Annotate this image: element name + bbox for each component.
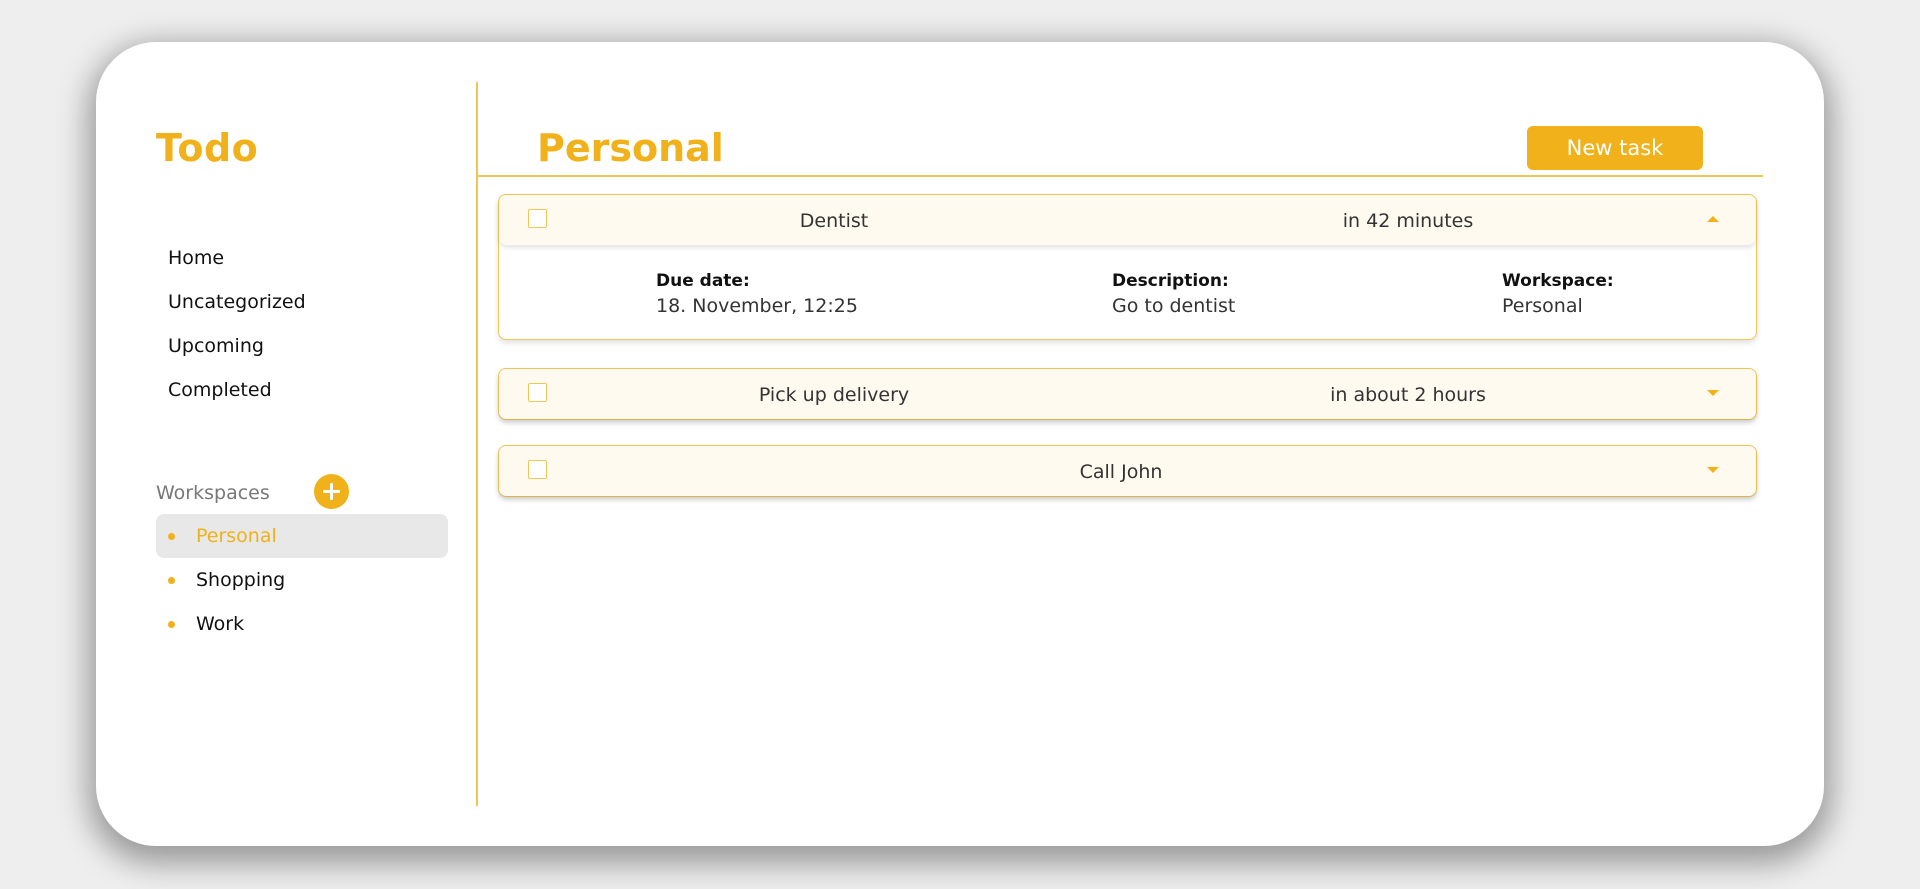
workspace-item-personal[interactable]: Personal [156,514,448,558]
task-title: Pick up delivery [758,384,910,406]
workspace-label: Workspace: [1502,271,1614,291]
task-checkbox[interactable] [528,460,547,479]
task-detail-due: Due date: 18. November, 12:25 [656,271,858,317]
task-detail-description: Description: Go to dentist [1112,271,1235,317]
task-title: Dentist [799,210,869,232]
task-card-dentist: Dentist in 42 minutes Due date: 18. Nove… [498,194,1757,340]
workspace-item-label: Personal [196,525,277,547]
description-label: Description: [1112,271,1229,291]
main-panel: Personal New task Dentist in 42 minutes … [477,82,1763,822]
description-value: Go to dentist [1112,295,1236,317]
task-header[interactable]: Dentist in 42 minutes [499,195,1756,245]
due-date-label: Due date: [656,271,750,291]
workspace-list: Personal Shopping Work [156,514,448,646]
sidebar: Todo Home Uncategorized Upcoming Complet… [156,82,476,822]
nav-list: Home Uncategorized Upcoming Completed [156,236,456,412]
task-due-relative: in 42 minutes [1342,210,1474,232]
page-title: Personal [537,126,724,170]
new-task-button[interactable]: New task [1527,126,1703,170]
task-details: Due date: 18. November, 12:25 Descriptio… [499,245,1756,339]
nav-item-upcoming[interactable]: Upcoming [156,324,456,368]
app-title: Todo [156,126,259,170]
add-workspace-button[interactable] [314,474,349,509]
bullet-icon [168,533,175,540]
task-title: Call John [1079,461,1163,483]
workspace-item-work[interactable]: Work [156,602,448,646]
header-divider [477,175,1763,177]
workspaces-header: Workspaces [156,472,456,512]
workspaces-label: Workspaces [156,482,270,504]
chevron-down-icon[interactable] [1705,387,1721,401]
workspace-item-label: Shopping [196,569,286,591]
task-detail-workspace: Workspace: Personal [1502,271,1614,317]
app-window: Todo Home Uncategorized Upcoming Complet… [96,42,1824,846]
nav-item-completed[interactable]: Completed [156,368,456,412]
task-header[interactable]: Pick up delivery in about 2 hours [499,369,1756,419]
task-checkbox[interactable] [528,209,547,228]
bullet-icon [168,577,175,584]
bullet-icon [168,621,175,628]
task-header[interactable]: Call John [499,446,1756,496]
nav-item-uncategorized[interactable]: Uncategorized [156,280,456,324]
task-card-call-john: Call John [498,445,1757,497]
workspace-item-shopping[interactable]: Shopping [156,558,448,602]
task-due-relative: in about 2 hours [1330,384,1486,406]
task-card-pick-up-delivery: Pick up delivery in about 2 hours [498,368,1757,420]
due-date-value: 18. November, 12:25 [656,295,858,317]
nav-item-home[interactable]: Home [156,236,456,280]
chevron-up-icon[interactable] [1705,213,1721,227]
workspace-item-label: Work [196,613,245,635]
task-checkbox[interactable] [528,383,547,402]
workspace-value: Personal [1502,295,1583,317]
chevron-down-icon[interactable] [1705,464,1721,478]
